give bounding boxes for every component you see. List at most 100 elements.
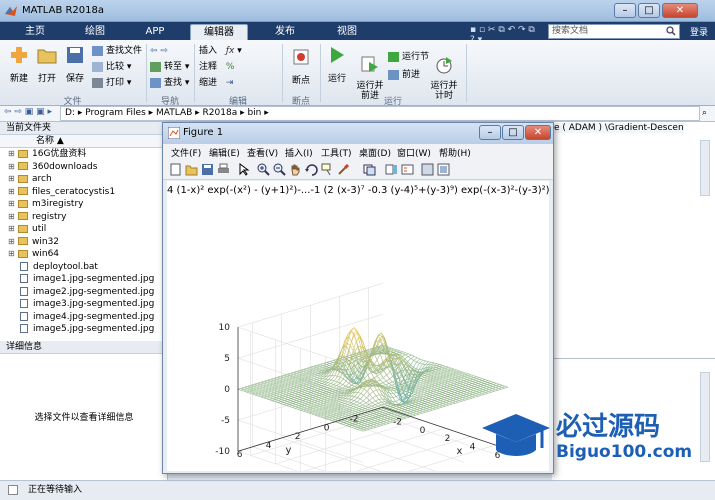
advance-label: 前进	[402, 70, 421, 80]
file-icon	[20, 324, 28, 333]
pan-hand-icon[interactable]	[289, 163, 302, 176]
expand-icon[interactable]: ⊞	[8, 198, 16, 211]
file-item[interactable]: image4.jpg-segmented.jpg	[0, 311, 167, 324]
run-section-label: 运行节	[402, 52, 430, 62]
expand-icon[interactable]: ⊞	[8, 236, 16, 249]
tab-home[interactable]: 主页	[8, 24, 62, 40]
minimize-button[interactable]: –	[614, 3, 636, 18]
figure-menu-item[interactable]: 文件(F)	[171, 146, 201, 159]
indent-button[interactable]: 缩进 ⇥	[199, 76, 233, 90]
expand-icon[interactable]: ⊞	[8, 211, 16, 224]
find-button[interactable]: 查找 ▾	[150, 76, 189, 90]
file-item[interactable]: image3.jpg-segmented.jpg	[0, 298, 167, 311]
file-item[interactable]: image2.jpg-segmented.jpg	[0, 286, 167, 299]
data-cursor-icon[interactable]	[321, 163, 334, 176]
folder-item[interactable]: ⊞ registry	[0, 211, 167, 224]
tab-apps[interactable]: APP	[128, 24, 182, 40]
run-and-time-button[interactable]: 运行并 计时	[428, 46, 460, 101]
find-files-button[interactable]: 查找文件	[92, 44, 142, 58]
figure-menu-item[interactable]: 编辑(E)	[209, 146, 240, 159]
breakpoints-button[interactable]: 断点	[288, 48, 314, 86]
figure-close-button[interactable]: ✕	[525, 125, 551, 140]
folder-item[interactable]: ⊞ 16G优盘资料	[0, 148, 167, 161]
new-figure-icon[interactable]	[169, 163, 182, 176]
expand-icon[interactable]: ⊞	[8, 161, 16, 174]
figure-menu-item[interactable]: 桌面(D)	[359, 146, 391, 159]
current-folder-header: 当前文件夹	[0, 122, 167, 135]
advance-button[interactable]: 前进	[388, 68, 420, 82]
folder-item[interactable]: ⊞ m3iregistry	[0, 198, 167, 211]
expand-icon[interactable]: ⊞	[8, 173, 16, 186]
expand-icon[interactable]: ⊞	[8, 148, 16, 161]
insert-colorbar-icon[interactable]	[385, 163, 398, 176]
print-figure-icon[interactable]	[217, 163, 230, 176]
insert-legend-icon[interactable]	[401, 163, 414, 176]
maximize-button[interactable]: □	[638, 3, 660, 18]
scrollbar[interactable]	[700, 140, 710, 196]
status-text: 正在等待输入	[28, 485, 83, 495]
save-button[interactable]: 保存	[62, 46, 88, 84]
figure-maximize-button[interactable]: □	[502, 125, 524, 140]
file-item[interactable]: deploytool.bat	[0, 261, 167, 274]
goto-button[interactable]: 转至 ▾	[150, 60, 189, 74]
expand-icon[interactable]: ⊞	[8, 248, 16, 261]
zoom-out-icon[interactable]	[273, 163, 286, 176]
sign-in-link[interactable]: 登录	[690, 25, 708, 38]
comment-button[interactable]: 注释 %	[199, 60, 234, 74]
link-plot-icon[interactable]	[363, 163, 376, 176]
find-files-label: 查找文件	[106, 46, 143, 56]
figure-menu-item[interactable]: 查看(V)	[247, 146, 278, 159]
figure-menu-item[interactable]: 插入(I)	[285, 146, 313, 159]
new-button[interactable]: 新建	[6, 46, 32, 84]
close-button[interactable]: ✕	[662, 3, 698, 18]
folder-item[interactable]: ⊞ arch	[0, 173, 167, 186]
nav-buttons[interactable]: ⇦ ⇨ ▣ ▣ ▸	[4, 107, 52, 117]
tab-publish[interactable]: 发布	[258, 24, 312, 40]
window-title: MATLAB R2018a	[22, 5, 105, 16]
item-name: win32	[32, 236, 60, 247]
open-button[interactable]: 打开	[34, 46, 60, 84]
find-icon	[150, 77, 161, 88]
item-name: 16G优盘资料	[32, 149, 87, 159]
zoom-in-icon[interactable]	[257, 163, 270, 176]
expand-icon[interactable]: ⊞	[8, 186, 16, 199]
item-name: m3iregistry	[32, 199, 84, 209]
folder-item[interactable]: ⊞ util	[0, 223, 167, 236]
folder-path[interactable]: D: ▸ Program Files ▸ MATLAB ▸ R2018a ▸ b…	[60, 106, 700, 121]
goto-icon	[150, 61, 161, 72]
save-figure-icon[interactable]	[201, 163, 214, 176]
insert-button[interactable]: 插入 ƒx ▾	[199, 44, 242, 58]
rotate-3d-icon[interactable]	[305, 163, 318, 176]
expand-icon[interactable]: ⊞	[8, 223, 16, 236]
file-item[interactable]: image5.jpg-segmented.jpg	[0, 323, 167, 336]
run-section-button[interactable]: 运行节	[388, 50, 429, 64]
quick-access-toolbar[interactable]: ▪ ▫ ✂ ⧉ ↶ ↷ ⧉ ? ▾	[470, 25, 542, 45]
file-item[interactable]: image1.jpg-segmented.jpg	[0, 273, 167, 286]
folder-item[interactable]: ⊞ win64	[0, 248, 167, 261]
run-button[interactable]: 运行	[324, 46, 350, 84]
figure-menu-item[interactable]: 工具(T)	[321, 146, 352, 159]
name-column-header[interactable]: 名称 ▲	[0, 135, 167, 148]
tab-editor[interactable]: 编辑器	[190, 24, 248, 40]
brush-icon[interactable]	[337, 163, 350, 176]
print-button[interactable]: 打印 ▾	[92, 76, 131, 90]
figure-menu-item[interactable]: 帮助(H)	[439, 146, 471, 159]
open-file-icon[interactable]	[185, 163, 198, 176]
x-tick-label: 4	[470, 443, 476, 453]
folder-item[interactable]: ⊞ 360downloads	[0, 161, 167, 174]
item-name: win64	[32, 249, 60, 259]
figure-menu-item[interactable]: 窗口(W)	[397, 146, 431, 159]
select-arrow-icon[interactable]	[237, 163, 250, 176]
hide-plot-tools-icon[interactable]	[421, 163, 434, 176]
search-input[interactable]: 搜索文档	[548, 24, 680, 39]
run-and-advance-button[interactable]: 运行并 前进	[354, 46, 386, 101]
show-plot-tools-icon[interactable]	[437, 163, 450, 176]
compare-button[interactable]: 比较 ▾	[92, 60, 131, 74]
tab-plots[interactable]: 绘图	[68, 24, 122, 40]
folder-item[interactable]: ⊞ win32	[0, 236, 167, 249]
tab-view[interactable]: 视图	[320, 24, 374, 40]
figure-minimize-button[interactable]: –	[479, 125, 501, 140]
nav-arrows[interactable]: ⇦ ⇨	[150, 44, 168, 58]
folder-item[interactable]: ⊞ files_ceratocystis1	[0, 186, 167, 199]
path-search-icon[interactable]: ⌕	[702, 108, 707, 118]
